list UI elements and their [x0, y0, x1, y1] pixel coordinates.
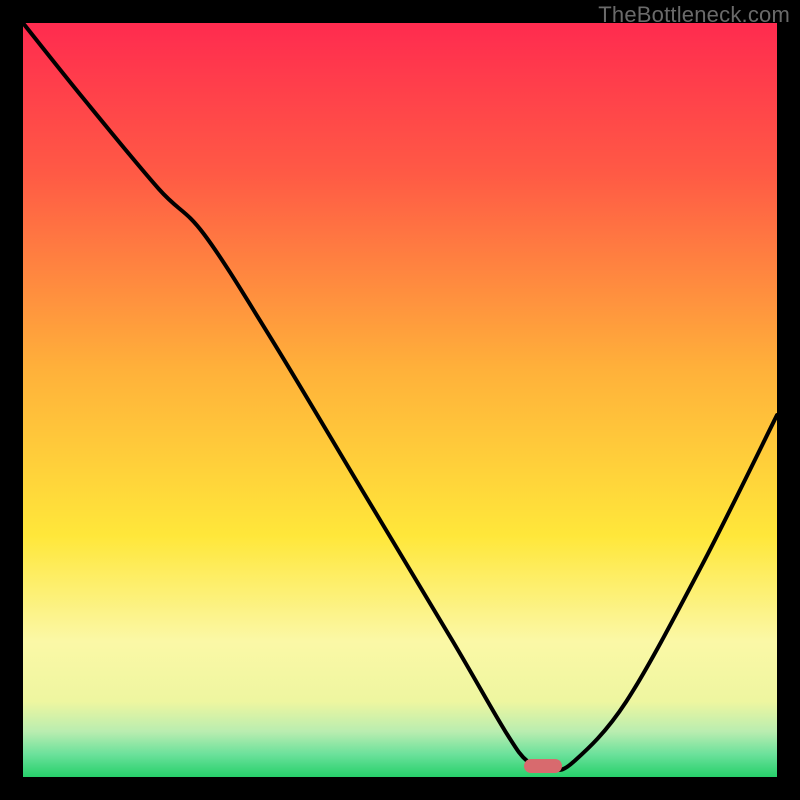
- plot-area: [23, 23, 777, 777]
- optimal-marker: [524, 759, 562, 773]
- background-gradient: [23, 23, 777, 777]
- watermark-text: TheBottleneck.com: [598, 2, 790, 28]
- chart-frame: TheBottleneck.com: [0, 0, 800, 800]
